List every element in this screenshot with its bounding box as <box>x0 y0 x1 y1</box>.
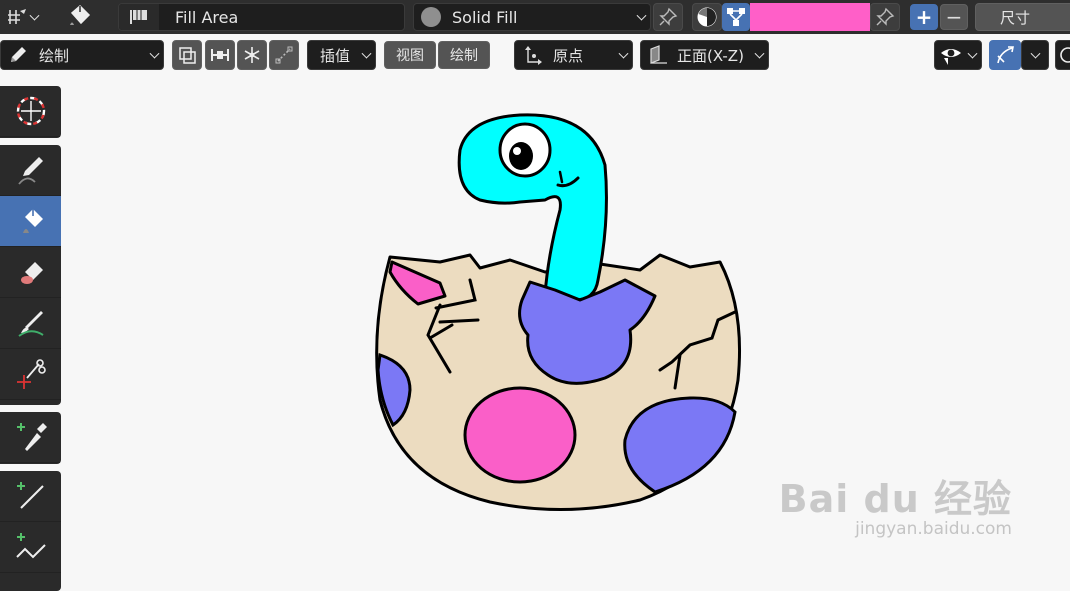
material-flag-icon <box>119 4 159 30</box>
grease-pencil-mode-icon <box>7 7 29 27</box>
eye-icon <box>939 44 963 66</box>
size-label: 尺寸 <box>999 8 1030 27</box>
tool-fill[interactable] <box>0 196 61 247</box>
tool-eyedropper[interactable] <box>0 412 61 463</box>
fill-style-label: Solid Fill <box>452 7 518 27</box>
pin-icon <box>658 7 678 27</box>
tool-group-cursor <box>0 86 61 138</box>
origin-label: 原点 <box>553 46 584 65</box>
snowflake-icon <box>242 45 262 65</box>
tool-cutter[interactable] <box>0 349 61 400</box>
chevron-down-icon <box>754 48 765 59</box>
tool-shelf <box>0 84 62 591</box>
fill-bucket-icon <box>13 203 49 239</box>
minus-icon: − <box>945 5 963 29</box>
dino-eye <box>498 122 552 178</box>
pin-button[interactable] <box>653 3 683 31</box>
egg-spot-pink <box>463 386 577 484</box>
fill-style-dropdown[interactable]: Solid Fill <box>413 3 651 31</box>
origin-dropdown[interactable]: 原点 <box>514 40 633 70</box>
interpolate-label: 插值 <box>320 46 351 65</box>
material-name: Fill Area <box>175 7 239 27</box>
chevron-down-icon <box>636 10 647 21</box>
gizmo-arrows-icon <box>994 44 1016 66</box>
decrease-button[interactable]: − <box>940 4 968 30</box>
chevron-down-icon <box>1030 48 1041 59</box>
watermark-logo: Bai du 经验 <box>778 477 1012 521</box>
edit-lines-toggle[interactable] <box>205 40 235 70</box>
increase-button[interactable]: + <box>910 4 938 30</box>
vertex-color-icon <box>725 6 747 28</box>
orientation-dropdown[interactable]: 正面(X-Z) <box>640 40 769 70</box>
view-menu-label: 视图 <box>396 48 424 64</box>
interpolate-dropdown[interactable]: 插值 <box>307 40 376 70</box>
proportional-toggle[interactable] <box>269 40 299 70</box>
fill-bucket-icon <box>64 2 96 32</box>
multiframe-toggle[interactable] <box>172 40 202 70</box>
chevron-down-icon <box>149 48 160 59</box>
tool-group-shapes <box>0 471 61 591</box>
mode-label: 绘制 <box>39 46 70 65</box>
eyedropper-icon <box>13 419 49 455</box>
layers-icon <box>177 45 197 65</box>
mode-dropdown[interactable]: 绘制 <box>0 40 164 70</box>
tool-header: Fill Area Solid Fill + − 尺寸 <box>0 0 1070 34</box>
polyline-icon <box>13 529 49 565</box>
tool-draw[interactable] <box>0 145 61 196</box>
cursor-crosshair-icon <box>13 93 49 129</box>
plane-front-icon <box>647 44 669 66</box>
pencil-icon <box>7 44 29 66</box>
draw-menu-label: 绘制 <box>450 48 478 64</box>
solid-fill-circle-icon <box>420 6 442 28</box>
snap-toggle[interactable] <box>237 40 267 70</box>
tool-group-sample <box>0 412 61 464</box>
vertex-color-toggle[interactable] <box>722 3 750 31</box>
origin-arrows-icon <box>521 44 543 66</box>
chevron-down-icon <box>361 48 372 59</box>
chevron-down-icon <box>618 48 629 59</box>
chevron-down-icon <box>967 48 978 59</box>
draw-pencil-icon <box>13 152 49 188</box>
visibility-dropdown[interactable] <box>934 40 982 70</box>
scissors-icon <box>13 356 49 392</box>
size-field[interactable]: 尺寸 <box>975 3 1070 31</box>
viewport-header: 绘制 插值 视图 绘制 原点 正面(X-Z) <box>0 36 1070 74</box>
tool-group-paint <box>0 145 61 405</box>
curve-edit-icon <box>209 45 231 65</box>
tool-erase[interactable] <box>0 247 61 298</box>
watermark: Bai du 经验 jingyan.baidu.com <box>779 468 1012 539</box>
color-wheel-icon <box>696 6 718 28</box>
plus-icon: + <box>915 5 933 29</box>
draw-menu[interactable]: 绘制 <box>438 41 490 69</box>
overlay-toggle[interactable] <box>1055 40 1070 70</box>
pin-color-button[interactable] <box>870 3 900 31</box>
color-swatch[interactable] <box>750 3 870 31</box>
tool-polyline[interactable] <box>0 522 61 573</box>
overlay-circles-icon <box>1058 45 1070 65</box>
tool-cursor[interactable] <box>0 86 61 137</box>
tool-line[interactable] <box>0 471 61 522</box>
chevron-down-icon <box>29 10 40 21</box>
egg-spot-right <box>623 396 737 494</box>
object-mode-dropdown[interactable] <box>2 4 44 30</box>
orientation-label: 正面(X-Z) <box>677 46 744 65</box>
dotted-arrow-icon <box>274 45 294 65</box>
line-icon <box>13 478 49 514</box>
gizmo-toggle[interactable] <box>989 40 1021 70</box>
view-menu[interactable]: 视图 <box>384 41 436 69</box>
tool-tint[interactable] <box>0 298 61 349</box>
material-selector[interactable]: Fill Area <box>118 3 405 31</box>
color-mode-toggle[interactable] <box>692 3 722 31</box>
pin-icon <box>875 7 895 27</box>
gizmo-dropdown[interactable] <box>1021 40 1049 70</box>
eraser-icon <box>13 254 49 290</box>
tint-brush-icon <box>13 305 49 341</box>
